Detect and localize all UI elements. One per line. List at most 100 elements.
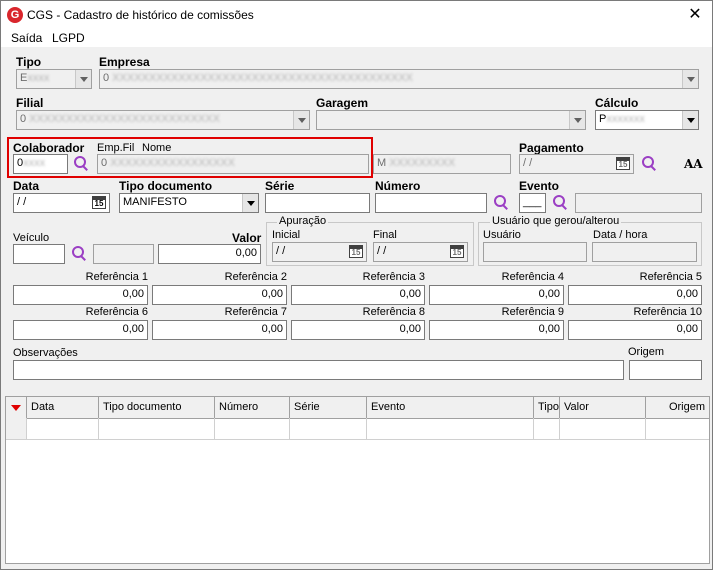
valor-input[interactable]: 0,00 bbox=[158, 244, 261, 264]
sort-arrow-icon bbox=[11, 405, 21, 411]
empresa-select[interactable]: 0 XXXXXXXXXXXXXXXXXXXXXXXXXXXXXXXXXXXXXX… bbox=[99, 69, 699, 89]
grid-col-serie[interactable]: Série bbox=[290, 397, 367, 418]
referencia-1-label: Referência 1 bbox=[85, 271, 148, 283]
numero-input[interactable] bbox=[375, 193, 487, 213]
close-button[interactable]: ✕ bbox=[683, 4, 707, 26]
menu-lgpd[interactable]: LGPD bbox=[52, 31, 85, 45]
historico-grid[interactable]: Data Tipo documento Número Série Evento … bbox=[5, 396, 710, 564]
empresa-label: Empresa bbox=[99, 55, 150, 69]
pagamento-value: / / bbox=[523, 157, 533, 169]
grid-col-data[interactable]: Data bbox=[27, 397, 99, 418]
filial-select[interactable]: 0 XXXXXXXXXXXXXXXXXXXXXXXXXX bbox=[16, 110, 310, 130]
usuario-group-label: Usuário que gerou/alterou bbox=[490, 215, 622, 227]
inicial-label: Inicial bbox=[272, 229, 301, 241]
referencia-1-input[interactable]: 0,00 bbox=[13, 285, 148, 305]
menu-bar: Saída LGPD bbox=[1, 29, 712, 47]
inicial-value: / / bbox=[276, 245, 286, 257]
final-calendar-icon[interactable]: 15 bbox=[450, 245, 464, 258]
tipo-documento-select[interactable]: MANIFESTO bbox=[119, 193, 259, 213]
usuario-label: Usuário bbox=[483, 229, 521, 241]
garagem-dropdown-icon[interactable] bbox=[569, 111, 585, 129]
referencia-9-input[interactable]: 0,00 bbox=[429, 320, 564, 340]
referencia-7-label: Referência 7 bbox=[224, 306, 287, 318]
grid-col-valor[interactable]: Valor bbox=[560, 397, 646, 418]
colaborador-search-icon[interactable] bbox=[73, 155, 89, 171]
veiculo-input[interactable] bbox=[13, 244, 65, 264]
referencia-2-label: Referência 2 bbox=[224, 271, 287, 283]
tipo-dropdown-icon[interactable] bbox=[75, 70, 91, 88]
pagamento-search-icon[interactable] bbox=[641, 155, 657, 171]
calculo-select[interactable]: Pxxxxxxx bbox=[595, 110, 699, 130]
grid-col-origem[interactable]: Origem bbox=[646, 397, 709, 418]
referencia-3-input[interactable]: 0,00 bbox=[291, 285, 425, 305]
grid-cell[interactable] bbox=[367, 418, 534, 439]
usuario-field bbox=[483, 242, 587, 262]
data-date[interactable]: / / 15 bbox=[13, 193, 110, 213]
colaborador-input[interactable]: 0xxxx bbox=[13, 154, 68, 174]
evento-label: Evento bbox=[519, 179, 560, 193]
grid-cell[interactable] bbox=[215, 418, 290, 439]
referencia-7-input[interactable]: 0,00 bbox=[152, 320, 287, 340]
grid-col-tipo[interactable]: Tipo bbox=[534, 397, 560, 418]
nome-field: 0 XXXXXXXXXXXXXXXXX bbox=[97, 154, 369, 174]
grid-col-tipo-documento[interactable]: Tipo documento bbox=[99, 397, 215, 418]
referencia-4-label: Referência 4 bbox=[501, 271, 564, 283]
table-row[interactable] bbox=[6, 418, 709, 440]
grid-row-indicator[interactable] bbox=[6, 418, 27, 439]
pagamento-label: Pagamento bbox=[519, 141, 584, 155]
grid-cell[interactable] bbox=[560, 418, 646, 439]
referencia-8-input[interactable]: 0,00 bbox=[291, 320, 425, 340]
tipo-documento-dropdown-icon[interactable] bbox=[242, 194, 258, 212]
final-date[interactable]: / / 15 bbox=[373, 242, 468, 262]
evento-input[interactable]: ___ bbox=[519, 193, 546, 213]
grid-sort-column[interactable] bbox=[6, 397, 27, 418]
referencia-9-label: Referência 9 bbox=[501, 306, 564, 318]
inicial-date[interactable]: / / 15 bbox=[272, 242, 367, 262]
filial-dropdown-icon[interactable] bbox=[293, 111, 309, 129]
menu-saida[interactable]: Saída bbox=[11, 31, 42, 45]
veiculo-search-icon[interactable] bbox=[71, 245, 87, 261]
app-logo-icon: G bbox=[7, 7, 23, 23]
data-calendar-icon[interactable]: 15 bbox=[92, 196, 106, 209]
veiculo-description-field bbox=[93, 244, 154, 264]
tipo-label: Tipo bbox=[16, 55, 42, 69]
serie-input[interactable] bbox=[265, 193, 370, 213]
grid-cell[interactable] bbox=[99, 418, 215, 439]
evento-value: ___ bbox=[523, 196, 542, 208]
calculo-dropdown-icon[interactable] bbox=[682, 111, 698, 129]
evento-search-icon[interactable] bbox=[552, 194, 568, 210]
tipo-select[interactable]: Exxxx bbox=[16, 69, 92, 89]
referencia-8-label: Referência 8 bbox=[362, 306, 425, 318]
font-size-icon[interactable]: AA bbox=[684, 157, 703, 171]
referencia-2-input[interactable]: 0,00 bbox=[152, 285, 287, 305]
filial-label: Filial bbox=[16, 96, 44, 110]
referencia-6-input[interactable]: 0,00 bbox=[13, 320, 148, 340]
observacoes-input[interactable] bbox=[13, 360, 624, 380]
grid-cell[interactable] bbox=[27, 418, 99, 439]
numero-label: Número bbox=[375, 179, 421, 193]
observacoes-label: Observações bbox=[13, 347, 78, 359]
grid-col-evento[interactable]: Evento bbox=[367, 397, 534, 418]
grid-cell[interactable] bbox=[534, 418, 560, 439]
referencia-10-input[interactable]: 0,00 bbox=[568, 320, 702, 340]
grid-col-numero[interactable]: Número bbox=[215, 397, 290, 418]
inicial-calendar-icon[interactable]: 15 bbox=[349, 245, 363, 258]
final-value: / / bbox=[377, 245, 387, 257]
garagem-label: Garagem bbox=[316, 96, 369, 110]
pagamento-date[interactable]: / / 15 bbox=[519, 154, 634, 174]
data-value: / / bbox=[17, 196, 27, 208]
empresa-dropdown-icon[interactable] bbox=[682, 70, 698, 88]
referencia-4-input[interactable]: 0,00 bbox=[429, 285, 564, 305]
colaborador-label: Colaborador bbox=[13, 141, 85, 155]
numero-search-icon[interactable] bbox=[493, 194, 509, 210]
veiculo-label: Veículo bbox=[13, 232, 50, 244]
grid-cell[interactable] bbox=[646, 418, 709, 439]
referencia-5-input[interactable]: 0,00 bbox=[568, 285, 702, 305]
nome-label: Nome bbox=[142, 142, 172, 154]
grid-cell[interactable] bbox=[290, 418, 367, 439]
garagem-select[interactable] bbox=[316, 110, 586, 130]
origem-input[interactable] bbox=[629, 360, 702, 380]
window-title: CGS - Cadastro de histórico de comissões bbox=[27, 8, 254, 22]
pagamento-calendar-icon[interactable]: 15 bbox=[616, 157, 630, 170]
referencia-6-label: Referência 6 bbox=[85, 306, 148, 318]
